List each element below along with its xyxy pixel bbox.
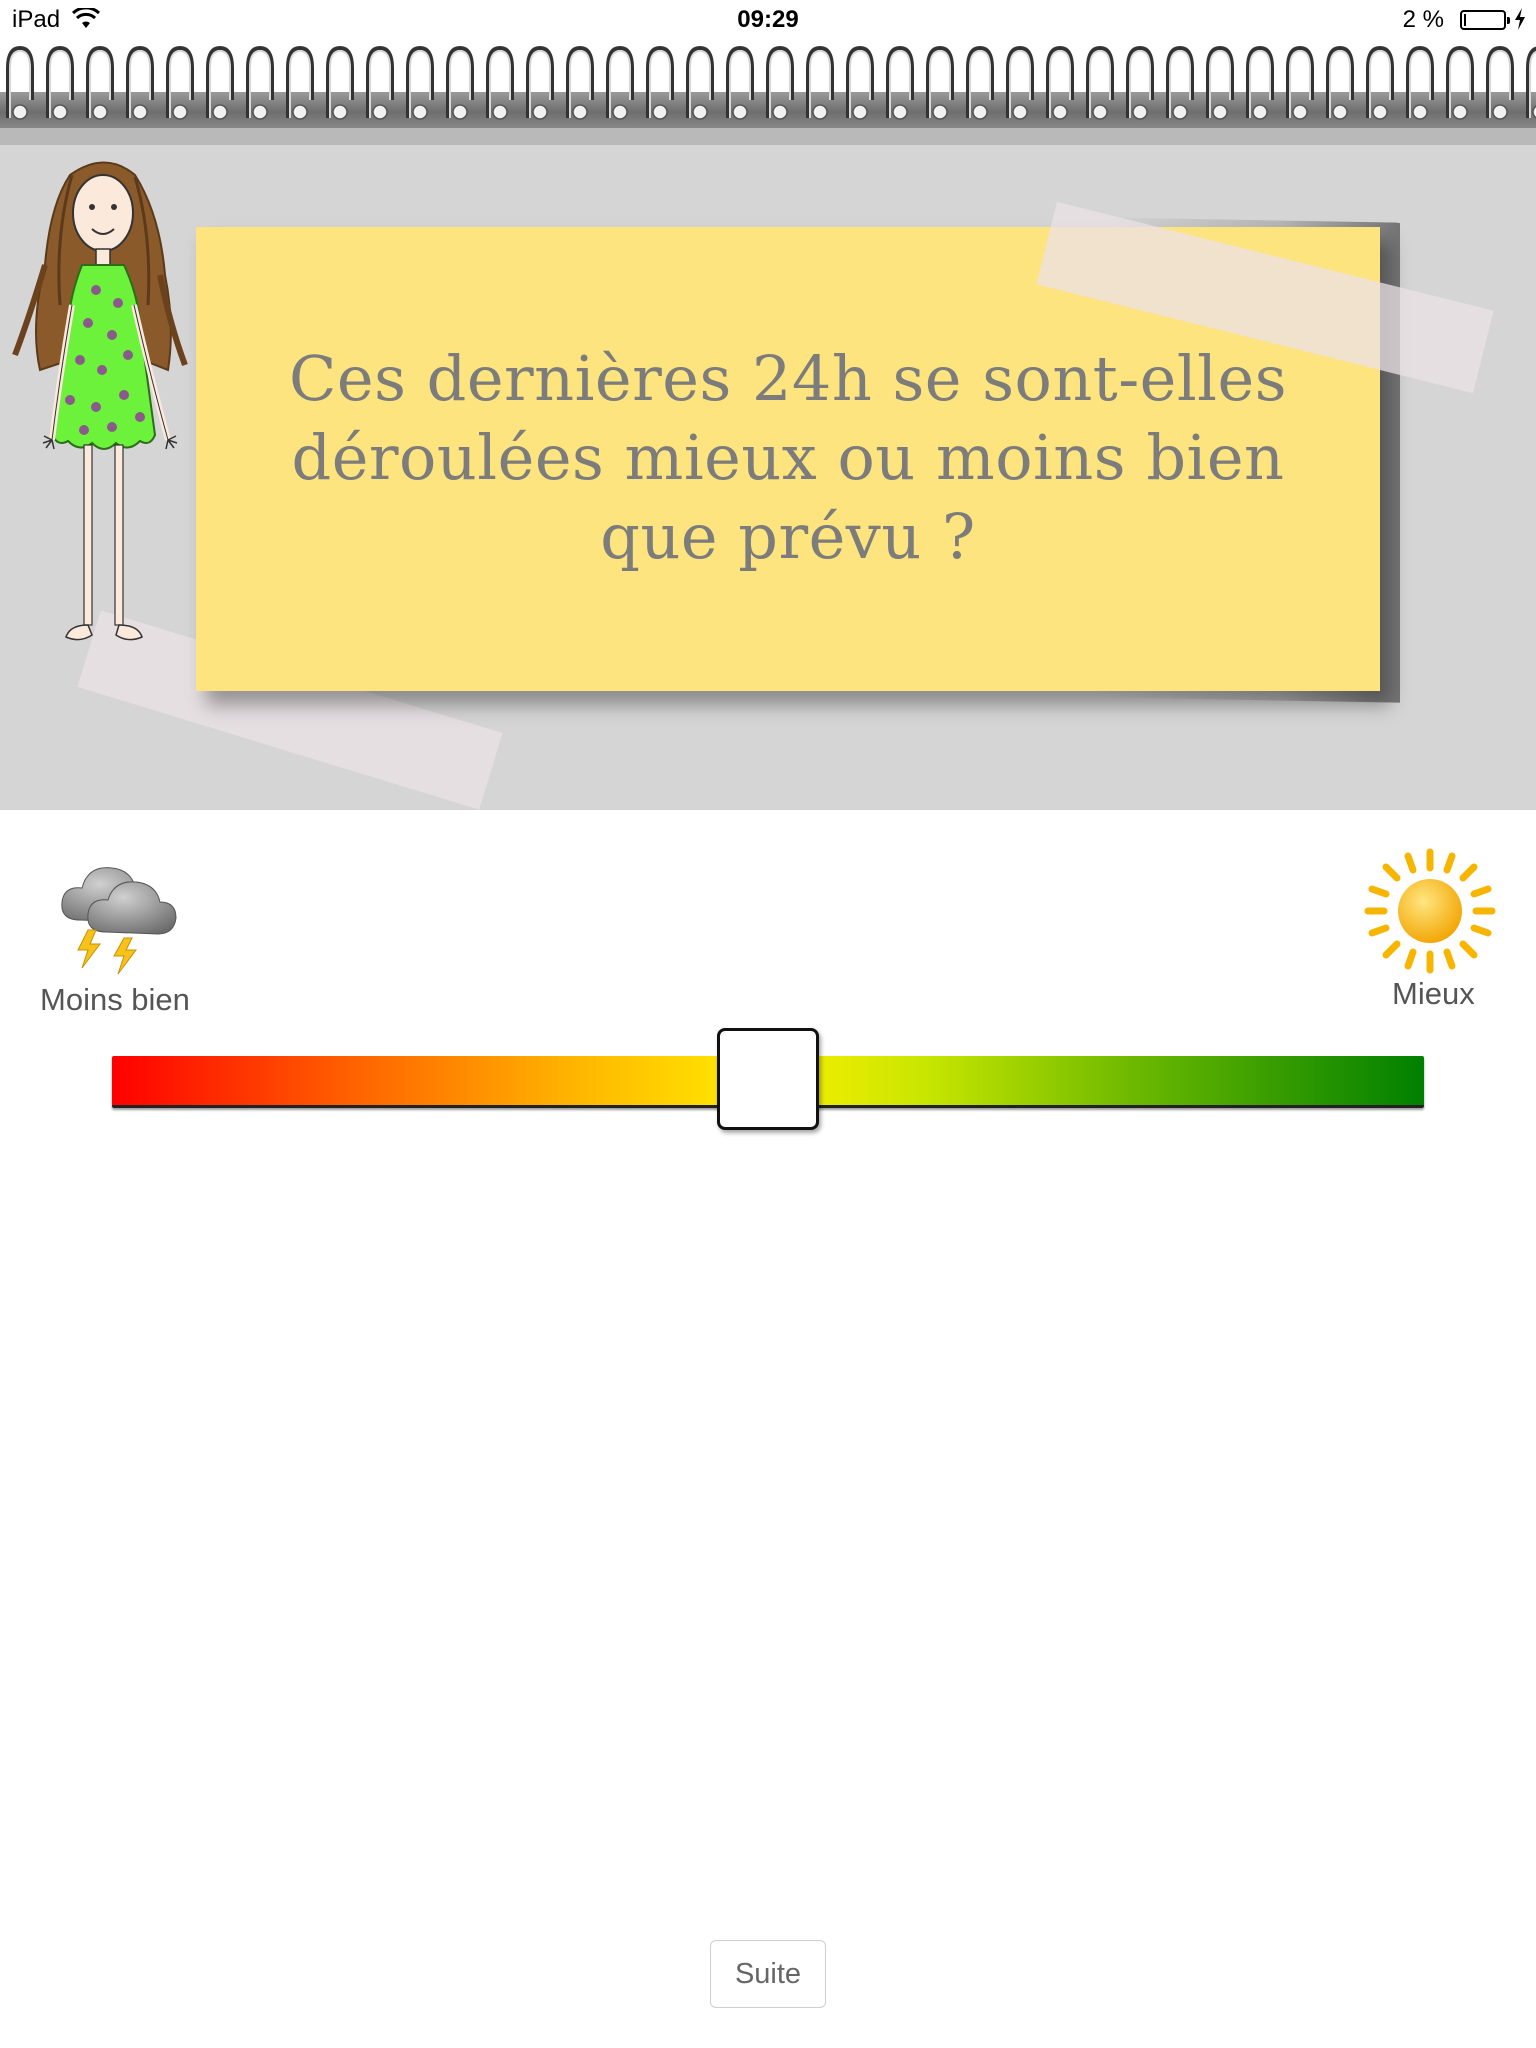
mood-slider-thumb[interactable] — [717, 1028, 819, 1130]
less-well-label: Moins bien — [40, 982, 190, 1017]
girl-illustration — [12, 161, 188, 641]
battery-percentage: 2 % — [1402, 6, 1444, 33]
sun-icon — [1364, 848, 1496, 974]
question-text: Ces dernières 24h se sont-elles déroulée… — [236, 339, 1340, 576]
spiral-binding — [0, 40, 1536, 145]
question-header: Ces dernières 24h se sont-elles déroulée… — [0, 145, 1536, 810]
status-bar: iPad 09:29 2 % — [0, 0, 1536, 40]
clock: 09:29 — [737, 6, 799, 33]
next-button[interactable]: Suite — [710, 1940, 826, 2008]
question-line-1: Ces dernières 24h se sont-elles — [288, 342, 1288, 415]
question-line-3: que prévu ? — [600, 500, 976, 573]
storm-cloud-icon — [61, 867, 177, 975]
better-label: Mieux — [1392, 976, 1475, 1011]
charging-icon — [1515, 8, 1525, 30]
question-line-2: déroulées mieux ou moins bien — [291, 421, 1285, 494]
battery-icon — [1460, 10, 1510, 30]
